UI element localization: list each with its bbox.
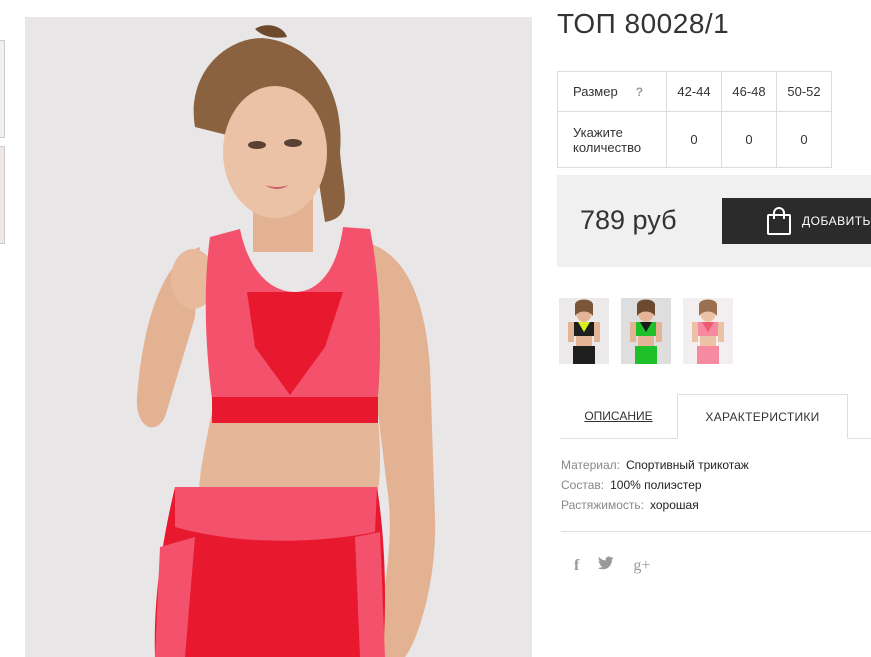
- product-title: ТОП 80028/1: [557, 8, 730, 39]
- quantity-label: Укажите количество: [557, 111, 667, 168]
- size-option: 42-44: [666, 71, 722, 112]
- quantity-input[interactable]: 0: [721, 111, 777, 168]
- quantity-input[interactable]: 0: [666, 111, 722, 168]
- spec-key: Растяжимость:: [561, 498, 645, 512]
- twitter-icon[interactable]: [598, 556, 614, 575]
- spec-value: хорошая: [650, 498, 699, 512]
- variant-thumbnail-yellow[interactable]: [559, 298, 609, 364]
- divider: [561, 531, 871, 532]
- quantity-input[interactable]: 0: [776, 111, 832, 168]
- main-product-photo[interactable]: [25, 17, 532, 657]
- size-option: 46-48: [721, 71, 777, 112]
- tab-characteristics[interactable]: ХАРАКТЕРИСТИКИ: [677, 394, 848, 439]
- gallery-thumbnail[interactable]: [0, 146, 5, 244]
- variant-thumbnail-pink[interactable]: [683, 298, 733, 364]
- spec-key: Состав:: [561, 478, 605, 492]
- tab-description[interactable]: ОПИСАНИЕ: [560, 394, 677, 438]
- shopping-bag-icon: [766, 206, 792, 236]
- facebook-icon[interactable]: f: [574, 557, 579, 575]
- spec-key: Материал:: [561, 458, 620, 472]
- characteristics-list: Материал: Спортивный трикотаж Состав: 100%…: [561, 455, 749, 515]
- spec-row: Материал: Спортивный трикотаж: [561, 455, 749, 475]
- gallery-thumbnail[interactable]: [0, 40, 5, 138]
- add-to-cart-label: ДОБАВИТЬ: [802, 214, 871, 228]
- spec-row: Растяжимость: хорошая: [561, 495, 749, 515]
- variant-thumbnail-green[interactable]: [621, 298, 671, 364]
- size-label-cell: Размер?: [557, 71, 667, 112]
- spec-row: Состав: 100% полиэстер: [561, 475, 749, 495]
- size-quantity-table: Размер? 42-44 46-48 50-52 Укажите количе…: [557, 71, 832, 168]
- googleplus-icon[interactable]: g+: [633, 557, 650, 575]
- price-panel: 789 руб ДОБАВИТЬ: [557, 175, 871, 267]
- spec-value: Спортивный трикотаж: [625, 458, 749, 472]
- product-price: 789 руб: [580, 205, 677, 235]
- product-info-tabs: ОПИСАНИЕ ХАРАКТЕРИСТИКИ: [560, 394, 871, 439]
- size-label: Размер: [573, 84, 618, 99]
- size-help-icon[interactable]: ?: [636, 85, 643, 99]
- model-photo-illustration: [25, 17, 532, 657]
- social-share: f g+: [574, 556, 650, 575]
- add-to-cart-button[interactable]: ДОБАВИТЬ: [722, 198, 871, 244]
- size-option: 50-52: [776, 71, 832, 112]
- spec-value: 100% полиэстер: [610, 478, 702, 492]
